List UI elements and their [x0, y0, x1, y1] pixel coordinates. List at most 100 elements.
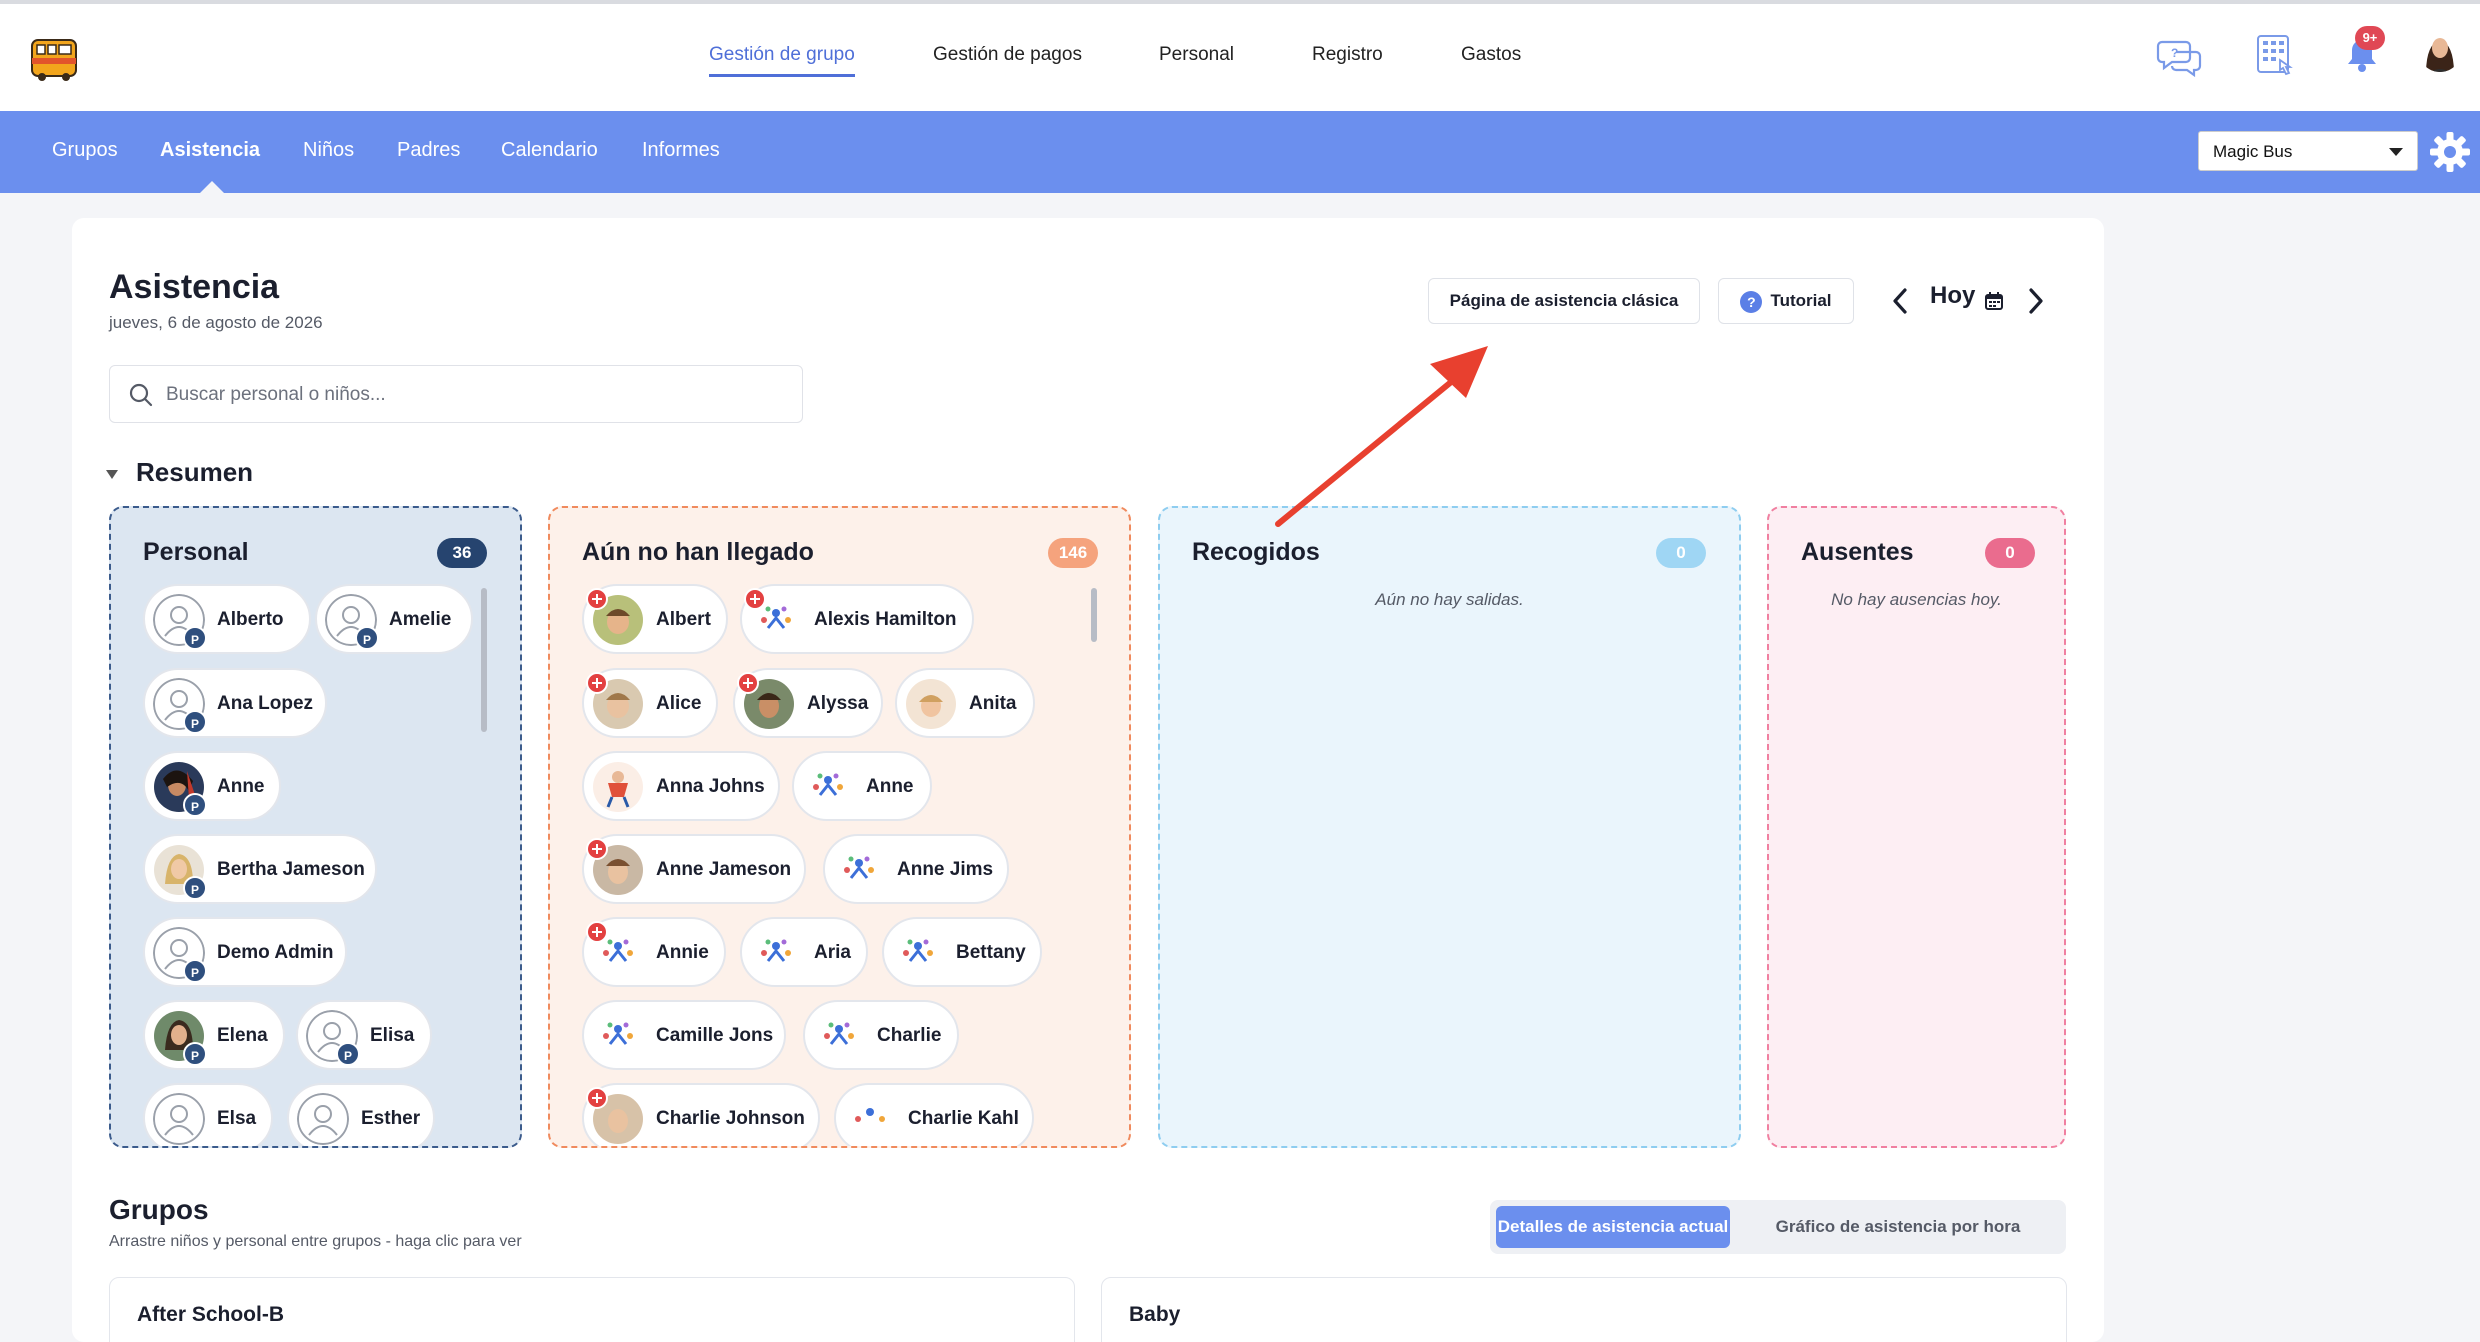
chevron-left-icon[interactable]	[1888, 284, 1912, 318]
staff-name: Elisa	[370, 1025, 415, 1046]
not-arrived-count-badge: 146	[1048, 538, 1098, 568]
child-chip[interactable]: Anita	[895, 668, 1035, 738]
kids-placeholder-icon	[803, 762, 853, 812]
tutorial-button[interactable]: ? Tutorial	[1718, 278, 1854, 324]
absent-panel: Ausentes 0 No hay ausencias hoy.	[1767, 506, 2066, 1148]
child-chip[interactable]: Anna Johns	[582, 751, 780, 821]
child-name: Albert	[656, 609, 711, 630]
child-name: Aria	[814, 942, 851, 963]
child-chip[interactable]: Anne	[792, 751, 932, 821]
subnav-parents[interactable]: Padres	[397, 139, 460, 162]
gear-icon[interactable]	[2428, 130, 2472, 174]
picked-up-count-badge: 0	[1656, 538, 1706, 568]
staff-chip[interactable]: P Elisa	[296, 1000, 432, 1070]
staff-p-badge: P	[183, 793, 207, 817]
staff-chip[interactable]: P Elena	[143, 1000, 285, 1070]
not-arrived-scrollbar[interactable]	[1091, 588, 1097, 642]
topnav-registration[interactable]: Registro	[1312, 44, 1383, 66]
subnav-attendance[interactable]: Asistencia	[160, 139, 260, 162]
photo-avatar	[906, 679, 956, 729]
topnav-expenses[interactable]: Gastos	[1461, 44, 1521, 66]
default-avatar-icon	[297, 1093, 349, 1145]
child-name: Alexis Hamilton	[814, 609, 957, 630]
child-chip[interactable]: Anne Jims	[823, 834, 1009, 904]
staff-chip[interactable]: P Ana Lopez	[143, 668, 327, 738]
child-chip[interactable]: Charlie Kahl	[834, 1083, 1034, 1146]
child-chip[interactable]: Charlie Johnson	[582, 1083, 820, 1146]
staff-chip[interactable]: P Amelie	[315, 584, 473, 654]
staff-chip[interactable]: P Bertha Jameson	[143, 834, 377, 904]
staff-p-badge: P	[355, 626, 379, 650]
staff-name: Elsa	[217, 1108, 257, 1129]
staff-chip[interactable]: P Demo Admin	[143, 917, 347, 987]
child-chip[interactable]: Aria	[740, 917, 868, 987]
hourly-chart-tab[interactable]: Gráfico de asistencia por hora	[1736, 1206, 2060, 1248]
subnav-reports[interactable]: Informes	[642, 139, 720, 162]
current-attendance-tab[interactable]: Detalles de asistencia actual	[1496, 1206, 1730, 1248]
search-field[interactable]: Buscar personal o niños...	[109, 365, 803, 423]
chat-help-icon[interactable]: ?	[2156, 32, 2204, 80]
topnav-staff[interactable]: Personal	[1159, 44, 1234, 66]
medical-alert-icon	[744, 588, 766, 610]
staff-p-badge: P	[183, 1042, 207, 1066]
child-chip[interactable]: Camille Jons	[582, 1000, 786, 1070]
absent-empty-text: No hay ausencias hoy.	[1831, 590, 2002, 609]
subnav-calendar[interactable]: Calendario	[501, 139, 598, 162]
staff-chip[interactable]: Esther	[287, 1083, 435, 1146]
child-chip[interactable]: Anne Jameson	[582, 834, 806, 904]
staff-chip[interactable]: P Alberto	[143, 584, 311, 654]
staff-name: Bertha Jameson	[217, 859, 365, 880]
subnav-groups[interactable]: Grupos	[52, 139, 118, 162]
child-chip[interactable]: Charlie	[803, 1000, 959, 1070]
page-date: jueves, 6 de agosto de 2026	[109, 313, 323, 332]
picked-up-panel: Recogidos 0 Aún no hay salidas.	[1158, 506, 1741, 1148]
groups-subtitle: Arrastre niños y personal entre grupos -…	[109, 1233, 522, 1250]
group-card-title: Baby	[1129, 1303, 1181, 1326]
child-chip[interactable]: Alyssa	[733, 668, 883, 738]
kids-placeholder-icon	[845, 1094, 895, 1144]
picked-up-empty-text: Aún no hay salidas.	[1375, 590, 1524, 609]
child-name: Camille Jons	[656, 1025, 774, 1046]
medical-alert-icon	[586, 838, 608, 860]
child-name: Annie	[656, 942, 709, 963]
default-avatar-icon	[153, 1093, 205, 1145]
child-chip[interactable]: Alexis Hamilton	[740, 584, 974, 654]
keypad-checkin-icon[interactable]	[2252, 32, 2300, 80]
chevron-right-icon[interactable]	[2024, 284, 2048, 318]
collapse-triangle-icon	[106, 469, 118, 479]
subnav-children[interactable]: Niños	[303, 139, 354, 162]
staff-chip[interactable]: P Anne	[143, 751, 281, 821]
child-name: Charlie Kahl	[908, 1108, 1019, 1129]
notification-badge: 9+	[2355, 26, 2385, 50]
child-chip[interactable]: Albert	[582, 584, 728, 654]
classic-attendance-button[interactable]: Página de asistencia clásica	[1428, 278, 1700, 324]
kids-placeholder-icon	[593, 1011, 643, 1061]
svg-text:?: ?	[2171, 46, 2178, 60]
child-name: Charlie Johnson	[656, 1108, 805, 1129]
summary-toggle[interactable]: Resumen	[106, 457, 253, 488]
child-chip[interactable]: Bettany	[882, 917, 1042, 987]
group-card[interactable]: Baby	[1101, 1277, 2067, 1342]
topnav-payments[interactable]: Gestión de pagos	[933, 44, 1082, 66]
company-select[interactable]: Magic Bus	[2198, 131, 2418, 171]
absent-count-badge: 0	[1985, 538, 2035, 568]
search-icon	[129, 383, 153, 407]
staff-panel-title: Personal	[143, 538, 249, 566]
today-label[interactable]: Hoy	[1930, 282, 1975, 322]
caret-down-icon	[2389, 148, 2403, 156]
child-chip[interactable]: Alice	[582, 668, 718, 738]
group-card[interactable]: After School-B	[109, 1277, 1075, 1342]
staff-chip[interactable]: Elsa	[143, 1083, 273, 1146]
absent-title: Ausentes	[1801, 538, 1914, 566]
user-avatar[interactable]	[2416, 26, 2464, 74]
medical-alert-icon	[586, 921, 608, 943]
calendar-icon[interactable]	[1984, 291, 2004, 311]
staff-scrollbar[interactable]	[481, 588, 487, 732]
child-chip[interactable]: Annie	[582, 917, 726, 987]
child-name: Alice	[656, 693, 702, 714]
topnav-group-management[interactable]: Gestión de grupo	[709, 44, 855, 77]
section-navigation: Grupos Asistencia Niños Padres Calendari…	[0, 111, 2480, 193]
child-name: Anna Johns	[656, 776, 765, 797]
picked-up-title: Recogidos	[1192, 538, 1320, 566]
help-icon: ?	[1740, 290, 1763, 313]
